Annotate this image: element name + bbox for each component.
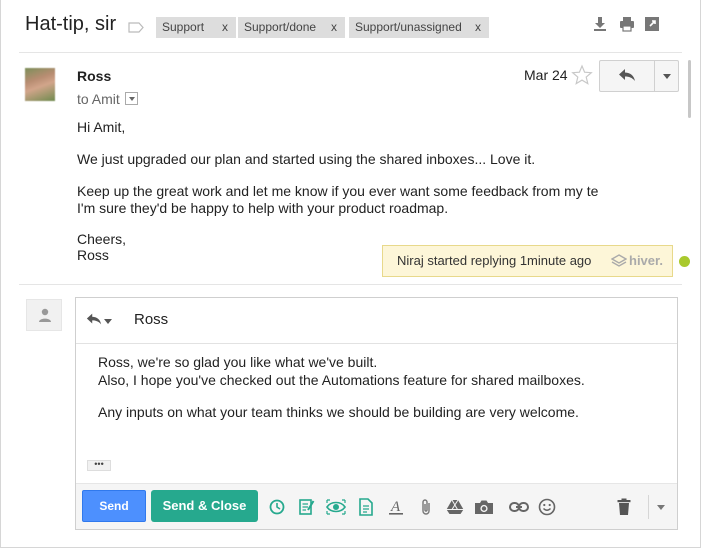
sender-avatar bbox=[25, 68, 55, 101]
reply-button[interactable] bbox=[600, 61, 654, 91]
remove-label-button[interactable]: x bbox=[222, 17, 228, 38]
label-icon[interactable] bbox=[128, 21, 144, 33]
attach-icon[interactable] bbox=[415, 496, 437, 518]
label-chip-support[interactable]: Support x bbox=[156, 17, 236, 38]
reply-icon bbox=[618, 68, 636, 85]
label-chip-support-done[interactable]: Support/done x bbox=[238, 17, 345, 38]
drive-icon[interactable] bbox=[444, 496, 466, 518]
thread-subject: Hat-tip, sir bbox=[25, 13, 117, 35]
person-icon bbox=[39, 308, 51, 322]
remove-label-button[interactable]: x bbox=[331, 17, 337, 38]
compose-body-line[interactable]: Any inputs on what your team thinks we s… bbox=[98, 404, 579, 420]
format-text-icon[interactable]: A bbox=[385, 496, 407, 518]
message-line: Keep up the great work and let me know i… bbox=[77, 183, 599, 199]
status-dot bbox=[679, 256, 690, 267]
toolbar-divider bbox=[648, 495, 649, 519]
message-line: Hi Amit, bbox=[77, 119, 126, 135]
compose-body-line[interactable]: Also, I hope you've checked out the Auto… bbox=[98, 372, 585, 388]
star-icon[interactable] bbox=[571, 64, 593, 86]
show-details-dropdown[interactable] bbox=[125, 92, 138, 105]
hiver-brand-text: hiver. bbox=[629, 253, 663, 268]
message-line: Ross bbox=[77, 247, 109, 263]
clock-icon[interactable] bbox=[266, 496, 288, 518]
message-date: Mar 24 bbox=[524, 67, 568, 83]
recipient-field[interactable]: Ross bbox=[134, 311, 168, 328]
message-line: I'm sure they'd be happy to help with yo… bbox=[77, 200, 449, 216]
notice-text: Niraj started replying 1minute ago bbox=[397, 253, 592, 268]
show-trimmed-content-button[interactable]: ••• bbox=[87, 460, 111, 471]
reply-collision-notice: Niraj started replying 1minute ago hiver… bbox=[382, 245, 673, 277]
divider bbox=[19, 52, 682, 53]
new-window-icon[interactable] bbox=[644, 16, 662, 34]
more-options-icon[interactable] bbox=[657, 505, 665, 510]
link-icon[interactable] bbox=[508, 496, 530, 518]
divider bbox=[19, 284, 682, 285]
compose-toolbar: Send Send & Close A bbox=[76, 483, 677, 529]
trash-icon[interactable] bbox=[613, 496, 635, 518]
reply-type-icon[interactable] bbox=[86, 312, 102, 329]
reply-button-group bbox=[599, 60, 679, 92]
message-line: We just upgraded our plan and started us… bbox=[77, 151, 536, 167]
reply-composer: Ross Ross, we're so glad you like what w… bbox=[75, 297, 678, 530]
message-line: Cheers, bbox=[77, 231, 127, 247]
reply-type-dropdown[interactable] bbox=[104, 319, 112, 324]
template-icon[interactable] bbox=[355, 496, 377, 518]
recipient-line: to Amit bbox=[77, 91, 120, 107]
label-chip-support-unassigned[interactable]: Support/unassigned x bbox=[349, 17, 489, 38]
label-chip-text: Support bbox=[162, 20, 205, 34]
sender-name[interactable]: Ross bbox=[77, 68, 111, 84]
remove-label-button[interactable]: x bbox=[475, 17, 481, 38]
composer-header: Ross bbox=[76, 298, 677, 344]
scrollbar[interactable] bbox=[688, 60, 691, 118]
camera-icon[interactable] bbox=[473, 496, 495, 518]
download-icon[interactable] bbox=[592, 16, 610, 34]
notes-icon[interactable] bbox=[296, 496, 318, 518]
reply-more-dropdown[interactable] bbox=[654, 61, 678, 91]
hiver-logo: hiver. bbox=[611, 246, 663, 276]
email-thread-view: Hat-tip, sir Support x Support/done x Su… bbox=[0, 0, 701, 548]
send-button[interactable]: Send bbox=[82, 490, 146, 522]
svg-text:A: A bbox=[390, 499, 401, 515]
emoji-icon[interactable] bbox=[536, 496, 558, 518]
print-icon[interactable] bbox=[619, 16, 637, 34]
send-and-close-button[interactable]: Send & Close bbox=[151, 490, 258, 522]
label-chip-text: Support/done bbox=[244, 20, 317, 34]
eye-icon[interactable] bbox=[325, 496, 347, 518]
compose-body-line[interactable]: Ross, we're so glad you like what we've … bbox=[98, 354, 377, 370]
user-avatar bbox=[26, 299, 62, 331]
label-chip-text: Support/unassigned bbox=[355, 20, 462, 34]
